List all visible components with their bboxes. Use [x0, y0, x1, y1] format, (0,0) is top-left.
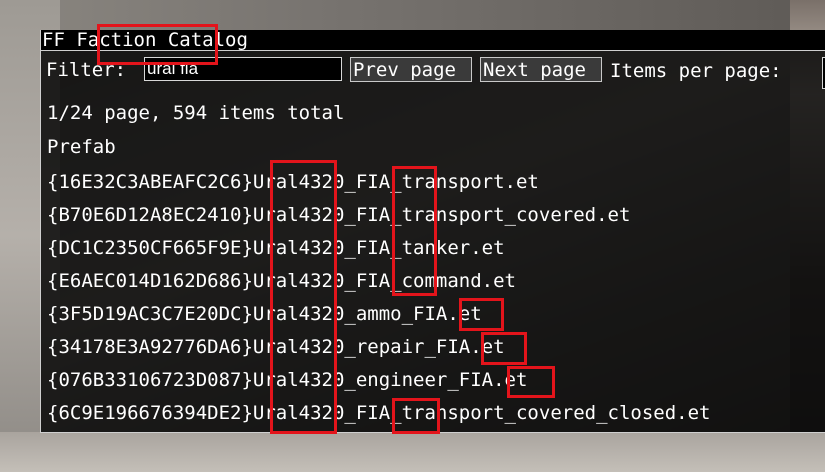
next-page-button[interactable]: Next page: [480, 57, 602, 82]
background-floor: [0, 432, 825, 472]
prev-page-button[interactable]: Prev page: [350, 57, 472, 82]
list-item[interactable]: {B70E6D12A8EC2410}Ural4320_FIA_transport…: [47, 199, 630, 232]
list-item[interactable]: {3F5D19AC3C7E20DC}Ural4320_ammo_FIA.et: [47, 298, 482, 331]
list-item[interactable]: {DC1C2350CF665F9E}Ural4320_FIA_tanker.et: [47, 232, 505, 265]
background-top: [0, 0, 825, 30]
window-title: FF Faction Catalog: [42, 29, 248, 51]
titlebar[interactable]: FF Faction Catalog: [41, 30, 825, 51]
list-item[interactable]: {16E32C3ABEAFC2C6}Ural4320_FIA_transport…: [47, 166, 539, 199]
list-item[interactable]: {34178E3A92776DA6}Ural4320_repair_FIA.et: [47, 331, 505, 364]
filter-input[interactable]: [144, 57, 342, 81]
page-info: 1/24 page, 594 items total: [47, 102, 345, 124]
list-item[interactable]: {076B33106723D087}Ural4320_engineer_FIA.…: [47, 364, 527, 397]
items-per-page-label: Items per page:: [610, 60, 782, 82]
list-item[interactable]: {E6AEC014D162D686}Ural4320_FIA_command.e…: [47, 265, 516, 298]
faction-catalog-window: FF Faction Catalog Filter: Prev page Nex…: [40, 30, 825, 433]
column-header-prefab: Prefab: [47, 136, 116, 158]
list-item[interactable]: {6C9E196676394DE2}Ural4320_FIA_transport…: [47, 397, 710, 430]
filter-label: Filter:: [46, 59, 127, 81]
